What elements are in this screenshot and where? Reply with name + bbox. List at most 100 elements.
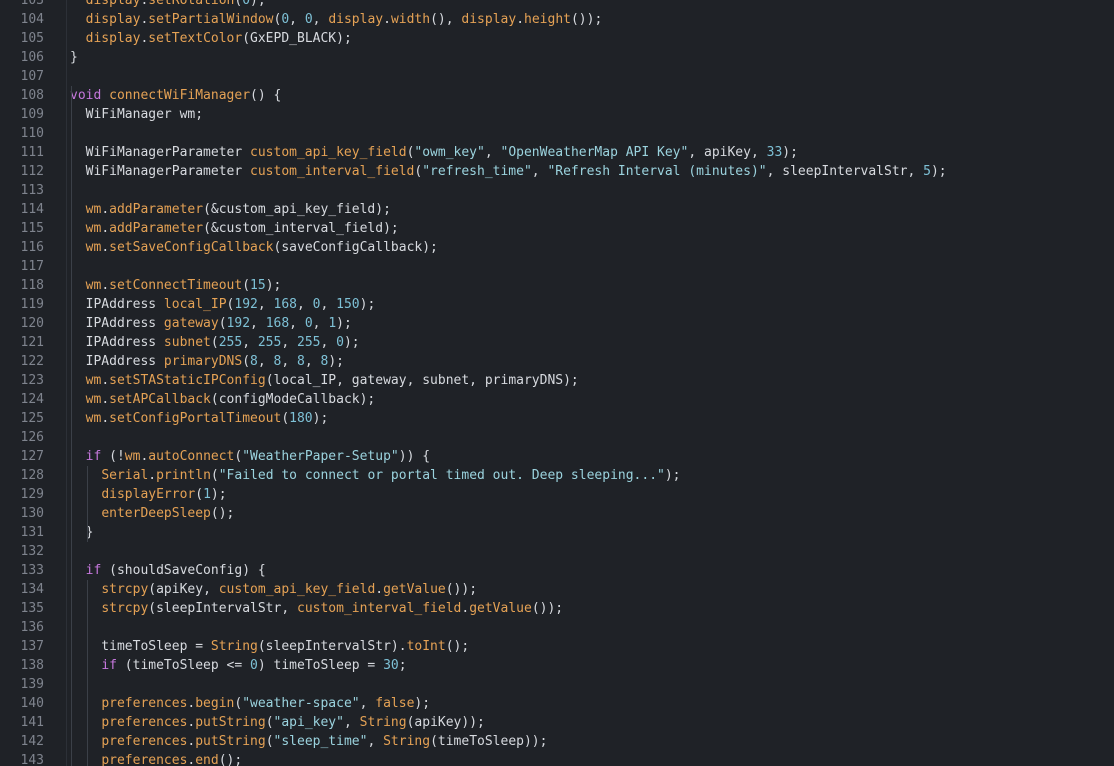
code-token: ();: [445, 639, 470, 654]
code-token: String: [359, 715, 407, 730]
code-token: )) {: [398, 449, 431, 464]
code-line[interactable]: 126: [0, 428, 1114, 447]
code-line[interactable]: 120 IPAddress gateway(192, 168, 0, 1);: [0, 314, 1114, 333]
code-text: wm.setConnectTimeout(15);: [70, 276, 282, 295]
code-token: setRotation: [148, 0, 235, 8]
code-line[interactable]: 136: [0, 618, 1114, 637]
code-line[interactable]: 134 strcpy(apiKey, custom_api_key_field.…: [0, 580, 1114, 599]
code-editor[interactable]: 103 display.setRotation(0); 104 display.s…: [0, 0, 1114, 766]
code-token: setTextColor: [148, 31, 243, 46]
code-line[interactable]: 104 display.setPartialWindow(0, 0, displ…: [0, 10, 1114, 29]
code-token: connectWiFiManager: [109, 88, 251, 103]
code-line[interactable]: 111 WiFiManagerParameter custom_api_key_…: [0, 143, 1114, 162]
code-line[interactable]: 135 strcpy(sleepIntervalStr, custom_inte…: [0, 599, 1114, 618]
indent-guide: [87, 466, 88, 542]
code-token: subnet: [163, 335, 211, 350]
code-token: timeToSleep =: [70, 639, 211, 654]
vertical-scrollbar[interactable]: [1104, 0, 1114, 766]
line-number: 117: [20, 259, 44, 274]
code-line[interactable]: 106}: [0, 48, 1114, 67]
code-text: if (timeToSleep <= 0) timeToSleep = 30;: [70, 656, 406, 675]
code-text: wm.setSTAStaticIPConfig(local_IP, gatewa…: [70, 371, 579, 390]
code-token: (: [242, 354, 251, 369]
code-line[interactable]: 113: [0, 181, 1114, 200]
code-token: custom_interval_field: [297, 601, 462, 616]
code-token: ,: [257, 354, 274, 369]
code-line[interactable]: 119 IPAddress local_IP(192, 168, 0, 150)…: [0, 295, 1114, 314]
code-line[interactable]: 133 if (shouldSaveConfig) {: [0, 561, 1114, 580]
code-line[interactable]: 112 WiFiManagerParameter custom_interval…: [0, 162, 1114, 181]
code-token: wm: [85, 411, 102, 426]
code-line[interactable]: 125 wm.setConfigPortalTimeout(180);: [0, 409, 1114, 428]
code-token: );: [414, 696, 431, 711]
code-line[interactable]: 142 preferences.putString("sleep_time", …: [0, 732, 1114, 751]
code-line[interactable]: 115 wm.addParameter(&custom_interval_fie…: [0, 219, 1114, 238]
code-token: (timeToSleep));: [430, 734, 548, 749]
code-token: (configModeCallback);: [210, 392, 376, 407]
code-text: if (shouldSaveConfig) {: [70, 561, 266, 580]
code-token: autoConnect: [148, 449, 235, 464]
line-number: 130: [20, 506, 44, 521]
code-token: primaryDNS: [163, 354, 243, 369]
code-token: ,: [320, 335, 337, 350]
code-line[interactable]: 141 preferences.putString("api_key", Str…: [0, 713, 1114, 732]
code-line[interactable]: 116 wm.setSaveConfigCallback(saveConfigC…: [0, 238, 1114, 257]
code-token: (saveConfigCallback);: [273, 240, 438, 255]
code-line[interactable]: 132: [0, 542, 1114, 561]
code-line[interactable]: 103 display.setRotation(0);: [0, 0, 1114, 10]
line-number: 141: [20, 715, 44, 730]
code-token: wm: [85, 240, 102, 255]
code-token: wm: [85, 392, 102, 407]
code-line[interactable]: 109 WiFiManager wm;: [0, 105, 1114, 124]
code-token: ();: [218, 753, 243, 766]
code-line[interactable]: 143 preferences.end();: [0, 751, 1114, 766]
indent-guide: [87, 580, 88, 766]
code-token: setAPCallback: [109, 392, 211, 407]
code-line[interactable]: 128 Serial.println("Failed to connect or…: [0, 466, 1114, 485]
code-token: .: [383, 12, 391, 27]
code-token: (: [195, 487, 204, 502]
code-line[interactable]: 105 display.setTextColor(GxEPD_BLACK);: [0, 29, 1114, 48]
code-line[interactable]: 114 wm.addParameter(&custom_api_key_fiel…: [0, 200, 1114, 219]
code-line[interactable]: 108 void connectWiFiManager() {: [0, 86, 1114, 105]
code-line[interactable]: 138 if (timeToSleep <= 0) timeToSleep = …: [0, 656, 1114, 675]
line-number: 116: [20, 240, 44, 255]
code-line[interactable]: 121 IPAddress subnet(255, 255, 255, 0);: [0, 333, 1114, 352]
code-token: getValue: [469, 601, 532, 616]
code-text: preferences.putString("api_key", String(…: [70, 713, 485, 732]
code-line[interactable]: 122 IPAddress primaryDNS(8, 8, 8, 8);: [0, 352, 1114, 371]
code-token: println: [156, 468, 211, 483]
code-token: .: [516, 12, 525, 27]
code-line[interactable]: 139: [0, 675, 1114, 694]
code-token: end: [195, 753, 219, 766]
code-line[interactable]: 130 enterDeepSleep();: [0, 504, 1114, 523]
code-line[interactable]: 107: [0, 67, 1114, 86]
code-token: 0: [304, 12, 313, 27]
code-token: WiFiManager wm;: [70, 107, 204, 122]
line-number: 113: [20, 183, 44, 198]
code-token: "OpenWeatherMap API Key": [500, 145, 689, 160]
code-line[interactable]: 140 preferences.begin("weather-space", f…: [0, 694, 1114, 713]
code-line[interactable]: 123 wm.setSTAStaticIPConfig(local_IP, ga…: [0, 371, 1114, 390]
code-line[interactable]: 110: [0, 124, 1114, 143]
code-token: .: [101, 411, 110, 426]
code-token: .: [101, 373, 110, 388]
line-number: 143: [20, 753, 44, 766]
code-lines[interactable]: 103 display.setRotation(0); 104 display.s…: [0, 0, 1114, 766]
code-token: (timeToSleep <=: [116, 658, 251, 673]
code-token: ());: [570, 12, 603, 27]
code-line[interactable]: 131 }: [0, 523, 1114, 542]
code-token: (: [265, 715, 274, 730]
line-number: 112: [20, 164, 44, 179]
code-line[interactable]: 137 timeToSleep = String(sleepIntervalSt…: [0, 637, 1114, 656]
code-line[interactable]: 117: [0, 257, 1114, 276]
code-line[interactable]: 129 displayError(1);: [0, 485, 1114, 504]
code-text: wm.setAPCallback(configModeCallback);: [70, 390, 376, 409]
code-line[interactable]: 124 wm.setAPCallback(configModeCallback)…: [0, 390, 1114, 409]
code-line[interactable]: 118 wm.setConnectTimeout(15);: [0, 276, 1114, 295]
code-line[interactable]: 127 if (!wm.autoConnect("WeatherPaper-Se…: [0, 447, 1114, 466]
